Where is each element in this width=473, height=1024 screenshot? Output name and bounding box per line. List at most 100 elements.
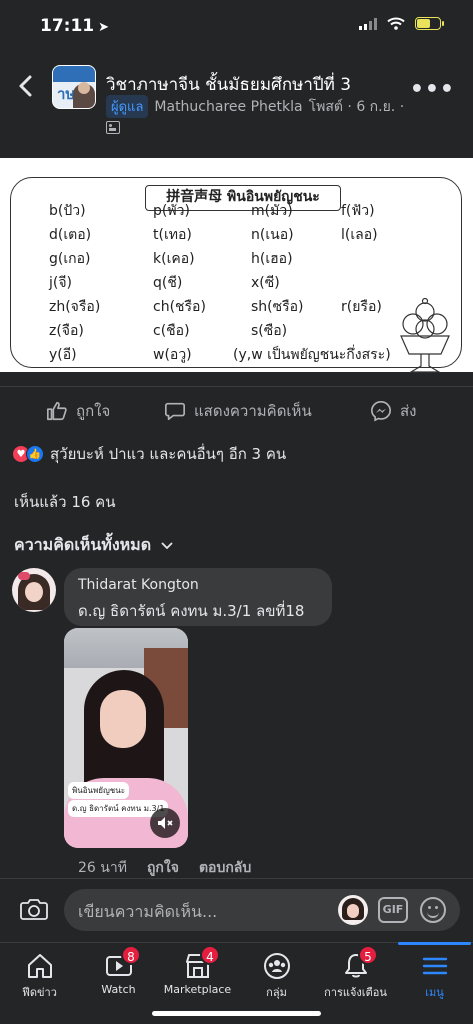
comment-time: 26 นาที bbox=[78, 860, 127, 876]
audience-members-icon bbox=[106, 121, 120, 134]
consonant-cell: zh(จรือ) bbox=[49, 299, 101, 315]
commenter-avatar[interactable] bbox=[12, 568, 56, 612]
tab-notifications[interactable]: 5 การแจ้งเตือน bbox=[316, 943, 395, 1003]
consonant-cell: g(เกอ) bbox=[49, 251, 91, 267]
consonant-cell: b(ปัว) bbox=[49, 203, 86, 219]
consonant-cell: y(อี) bbox=[49, 347, 77, 363]
consonant-cell: x(ซี) bbox=[251, 275, 280, 291]
messenger-icon bbox=[371, 401, 391, 422]
post-date: โพสต์ · 6 ก.ย. · bbox=[308, 98, 405, 115]
consonant-cell: (y,w เป็นพยัญชนะกึ่งสระ) bbox=[233, 347, 391, 363]
notification-badge: 8 bbox=[121, 945, 141, 965]
home-indicator bbox=[152, 1011, 321, 1016]
like-button[interactable]: ถูกใจ bbox=[46, 399, 110, 423]
consonant-cell: z(จือ) bbox=[49, 323, 84, 339]
comment-meta: 26 นาที ถูกใจ ตอบกลับ bbox=[78, 857, 251, 879]
status-time: 17:11 ➤ bbox=[40, 16, 109, 36]
consonant-cell: c(ชือ) bbox=[153, 323, 190, 339]
comments-filter-dropdown[interactable]: ความคิดเห็นทั้งหมด bbox=[14, 533, 173, 558]
like-reaction-icon: 👍 bbox=[26, 445, 44, 463]
speaker-muted-icon bbox=[158, 817, 173, 829]
consonant-cell: h(เฮอ) bbox=[251, 251, 293, 267]
consonant-cell: l(เลอ) bbox=[341, 227, 378, 243]
comment-input-placeholder: เขียนความคิดเห็น... bbox=[78, 902, 218, 921]
consonant-cell: t(เทอ) bbox=[153, 227, 192, 243]
reactions-summary[interactable]: ♥ 👍 สุวัยบะห์ ปาแว และคนอื่นๆ อีก 3 คน bbox=[12, 442, 286, 466]
consonant-cell: f(ฟัว) bbox=[341, 203, 375, 219]
pinyin-chart: 拼音声母 พินอินพยัญชนะ b(ปัว) p(พัว) m(มัว) f(ฟ… bbox=[10, 177, 462, 373]
reactions-text: สุวัยบะห์ ปาแว และคนอื่นๆ อีก 3 คน bbox=[50, 445, 287, 463]
tab-label: กลุ่ม bbox=[266, 986, 287, 999]
location-arrow-icon: ➤ bbox=[98, 20, 110, 35]
more-options-button[interactable]: ••• bbox=[410, 77, 455, 102]
comment-photo[interactable]: พินอินพยัญชนะ ด.ญ ธิดารัตน์ คงทน ม.3/1 bbox=[64, 628, 188, 848]
back-arrow-icon[interactable] bbox=[14, 73, 40, 99]
hamburger-menu-icon bbox=[422, 957, 447, 975]
tab-watch[interactable]: 8 Watch bbox=[79, 943, 158, 1003]
tab-groups[interactable]: กลุ่ม bbox=[237, 943, 316, 1003]
tab-label: เมนู bbox=[425, 986, 444, 999]
wifi-icon bbox=[387, 17, 405, 30]
admin-badge: ผู้ดูแล bbox=[106, 95, 149, 118]
seen-by-count[interactable]: เห็นแล้ว 16 คน bbox=[14, 490, 115, 514]
mute-button[interactable] bbox=[150, 808, 180, 838]
consonant-cell: s(ซือ) bbox=[251, 323, 288, 339]
tab-news-feed[interactable]: ฟีดข่าว bbox=[0, 943, 79, 1003]
post-image[interactable]: 拼音声母 พินอินพยัญชนะ b(ปัว) p(พัว) m(มัว) f(ฟ… bbox=[0, 158, 473, 373]
comment-reply-button[interactable]: ตอบกลับ bbox=[199, 857, 251, 879]
avatar-sticker-button[interactable] bbox=[338, 895, 368, 925]
comment-text: ด.ญ ธิดารัตน์ คงทน ม.3/1 ลขที่18 bbox=[78, 602, 305, 620]
notification-badge: 4 bbox=[200, 945, 220, 965]
home-icon bbox=[27, 954, 52, 978]
status-bar: 17:11 ➤ bbox=[0, 0, 473, 50]
consonant-cell: r(ยรือ) bbox=[341, 299, 382, 315]
sundae-illustration-icon bbox=[400, 297, 450, 373]
clock-text: 17:11 bbox=[40, 16, 95, 36]
status-icons bbox=[359, 17, 444, 30]
comment-label: แสดงความคิดเห็น bbox=[194, 402, 312, 420]
comment-input[interactable]: เขียนความคิดเห็น... GIF bbox=[64, 889, 460, 931]
consonant-cell: d(เตอ) bbox=[49, 227, 92, 243]
post-author[interactable]: Mathucharee Phetkla bbox=[154, 99, 302, 115]
post-actions: ถูกใจ แสดงความคิดเห็น ส่ง bbox=[0, 386, 473, 430]
tab-label: ฟีดข่าว bbox=[22, 986, 57, 999]
comment-like-button[interactable]: ถูกใจ bbox=[147, 857, 179, 879]
group-title[interactable]: วิชาภาษาจีน ชั้นมัธยมศึกษาปีที่ 3 bbox=[106, 71, 351, 98]
comment-composer: เขียนความคิดเห็น... GIF bbox=[0, 878, 473, 942]
comment-button[interactable]: แสดงความคิดเห็น bbox=[164, 399, 312, 423]
post-meta: ผู้ดูแล Mathucharee Phetkla โพสต์ · 6 ก.… bbox=[106, 95, 404, 118]
groups-icon bbox=[263, 953, 290, 979]
like-label: ถูกใจ bbox=[76, 402, 111, 420]
consonant-cell: j(จี) bbox=[49, 275, 73, 291]
gif-button[interactable]: GIF bbox=[378, 897, 408, 923]
tab-label: Marketplace bbox=[163, 983, 232, 996]
consonant-cell: ch(ชรือ) bbox=[153, 299, 206, 315]
consonant-cell: sh(ซรือ) bbox=[251, 299, 304, 315]
thumbs-up-icon bbox=[47, 401, 67, 421]
post-header: าษ วิชาภาษาจีน ชั้นมัธยมศึกษาปีที่ 3 ผู้… bbox=[0, 55, 473, 145]
comment-bubble-icon bbox=[165, 402, 185, 421]
camera-icon[interactable] bbox=[20, 897, 48, 921]
share-button[interactable]: ส่ง bbox=[370, 399, 416, 423]
group-avatar[interactable]: าษ bbox=[52, 65, 96, 109]
tab-marketplace[interactable]: 4 Marketplace bbox=[158, 943, 237, 1003]
cellular-signal-icon bbox=[359, 17, 377, 30]
consonant-cell: w(อวู) bbox=[153, 347, 192, 363]
comments-filter-label: ความคิดเห็นทั้งหมด bbox=[14, 535, 152, 554]
tab-bar: ฟีดข่าว 8 Watch 4 Marketplace กลุ่ม 5 กา… bbox=[0, 942, 473, 1024]
tab-menu[interactable]: เมนู bbox=[395, 942, 473, 1003]
comment-bubble[interactable]: Thidarat Kongton ด.ญ ธิดารัตน์ คงทน ม.3/… bbox=[64, 568, 332, 626]
emoji-icon[interactable] bbox=[420, 897, 446, 923]
consonant-cell: n(เนอ) bbox=[251, 227, 294, 243]
consonant-cell: k(เคอ) bbox=[153, 251, 195, 267]
consonant-cell: q(ชี) bbox=[153, 275, 183, 291]
notification-badge: 5 bbox=[358, 945, 378, 965]
share-label: ส่ง bbox=[400, 402, 417, 420]
consonant-cell: m(มัว) bbox=[251, 203, 293, 219]
tab-label: Watch bbox=[101, 983, 136, 996]
battery-icon bbox=[415, 17, 444, 30]
comment-author[interactable]: Thidarat Kongton bbox=[78, 577, 199, 593]
chevron-down-icon bbox=[161, 541, 173, 549]
consonant-cell: p(พัว) bbox=[153, 203, 190, 219]
photo-caption-sticker: พินอินพยัญชนะ bbox=[68, 782, 129, 799]
